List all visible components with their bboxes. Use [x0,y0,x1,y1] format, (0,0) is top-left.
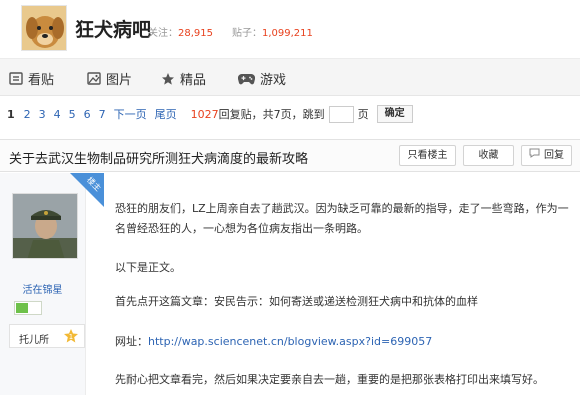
post-paragraph-1: 恐狂的朋友们，LZ上周亲自去了趟武汉。因为缺乏可靠的最新的指导，走了一些弯路，作… [115,202,569,235]
nav-label-pictures: 图片 [106,73,133,88]
thread-starter-tag: 楼主 [70,173,104,207]
pager: 1 2 3 4 5 6 7 下一页 尾页 1027 回复贴，共7页，跳到 页 确… [0,96,580,132]
only-author-button[interactable]: 只看楼主 [399,145,456,166]
pager-page-7[interactable]: 7 [99,108,106,121]
forum-nav: 看贴 图片 精品 游戏 [0,58,580,96]
post-paragraph-4: 网址：http://wap.sciencenet.cn/blogview.asp… [115,332,432,352]
url-label: 网址： [115,335,148,348]
follow-stat: 关注：28,915 [148,24,213,39]
author-name[interactable]: 活在锦星 [0,281,85,296]
nav-label-games: 游戏 [260,73,287,88]
posts-count: 1,099,211 [262,28,313,39]
post-paragraph-2: 以下是正文。 [115,261,181,274]
pager-page-4[interactable]: 4 [54,108,61,121]
picture-icon [87,72,101,85]
forum-header: 狂犬病吧 关注：28,915 贴子：1,099,211 [0,0,580,58]
pager-page-2[interactable]: 2 [24,108,31,121]
pager-page-3[interactable]: 3 [39,108,46,121]
nav-item-posts[interactable]: 看贴 [9,69,54,88]
reply-count: 1027 [190,107,219,121]
reply-button[interactable]: 回复 [521,145,572,166]
level-icon: 1 [63,328,79,344]
post-paragraph-5: 先耐心把文章看完，然后如果决定要亲自去一趟，重要的是把那张表格打印出来填写好。 [115,373,544,386]
pager-last-link[interactable]: 尾页 [155,106,177,122]
author-badge[interactable] [14,301,42,315]
pager-info: 回复贴，共7页，跳到 [218,108,325,121]
sciencenet-link[interactable]: http://wap.sciencenet.cn/blogview.aspx?i… [148,335,432,348]
page-jump-input[interactable] [328,105,354,123]
nav-item-games[interactable]: 游戏 [238,69,286,88]
gamepad-icon [238,73,255,85]
level-name: 托儿所 [19,335,49,346]
follow-label: 关注： [148,28,178,39]
pager-next-link[interactable]: 下一页 [114,106,147,122]
badge-icon [16,303,28,313]
follow-count: 28,915 [178,28,213,39]
author-avatar[interactable] [12,193,78,259]
thread-title-bar: 关于去武汉生物制品研究所测狂犬病滴度的最新攻略 只看楼主 收藏 回复 [0,139,580,172]
nav-label-posts: 看贴 [28,73,55,88]
page-jump-button[interactable]: 确定 [376,105,413,123]
nav-label-best: 精品 [180,73,207,88]
posts-stat: 贴子：1,099,211 [232,24,313,39]
page-unit-label: 页 [357,108,369,121]
reply-icon [529,146,540,165]
star-icon [161,72,175,86]
pager-page-6[interactable]: 6 [84,108,91,121]
posts-label: 贴子： [232,28,262,39]
posts-icon [9,72,23,85]
forum-avatar[interactable] [21,5,67,51]
pager-current-page: 1 [7,107,15,121]
nav-item-best[interactable]: 精品 [161,69,206,88]
thread-title: 关于去武汉生物制品研究所测狂犬病滴度的最新攻略 [9,152,309,167]
level-number: 1 [69,333,73,341]
favorite-button[interactable]: 收藏 [463,145,514,166]
author-level[interactable]: 托儿所 1 [9,324,85,348]
nav-item-pictures[interactable]: 图片 [87,69,132,88]
post-paragraph-3: 首先点开这篇文章：安民告示：如何寄送或递送检测狂犬病中和抗体的血样 [115,295,478,308]
reply-button-label: 回复 [544,150,564,161]
forum-name[interactable]: 狂犬病吧 [75,15,151,42]
pager-page-5[interactable]: 5 [69,108,76,121]
